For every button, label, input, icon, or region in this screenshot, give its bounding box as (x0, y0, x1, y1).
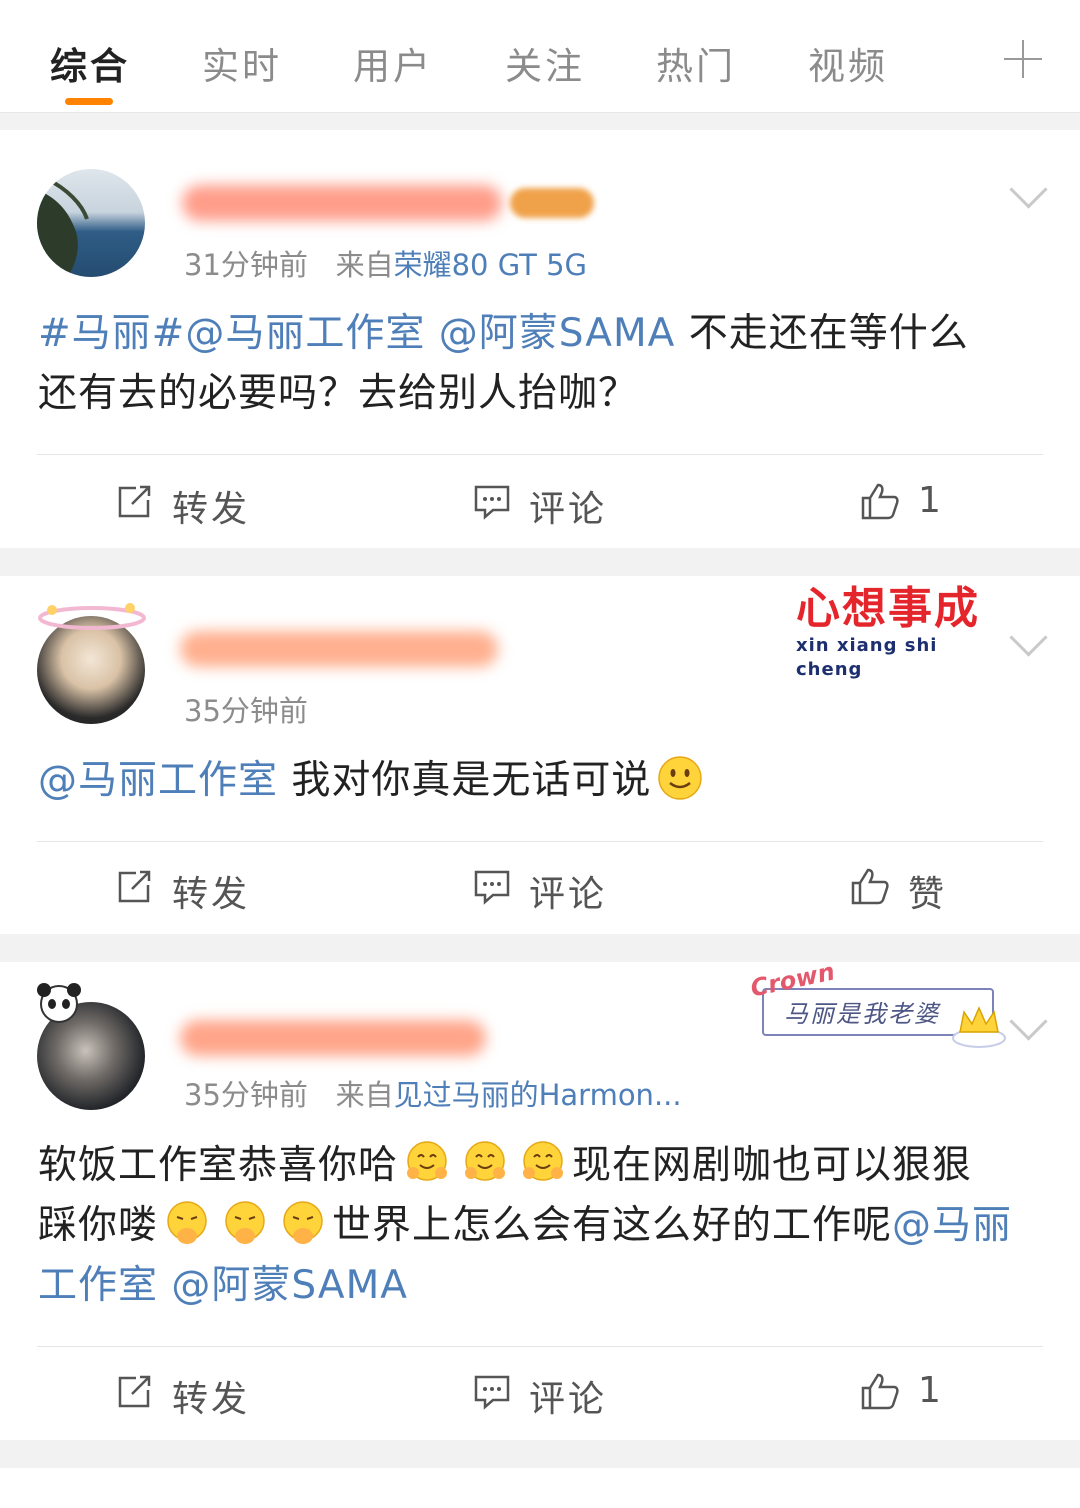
repost-button[interactable]: 转发 (116, 865, 250, 917)
post-card: 35分钟前 心想事成 xin xiang shi cheng @马丽工作室 我对… (0, 576, 1080, 934)
repost-button[interactable]: 转发 (116, 1370, 250, 1422)
repost-label: 转发 (172, 1379, 251, 1420)
tab-realtime[interactable]: 实时 (202, 36, 282, 90)
username-blurred[interactable] (182, 185, 502, 221)
post-card: 31分钟前 来自荣耀80 GT 5G #马丽#@马丽工作室 @阿蒙SAMA 不走… (0, 130, 1080, 548)
comment-button[interactable]: 评论 (473, 1370, 607, 1422)
thumbs-up-icon (851, 868, 889, 905)
post-text: 我对你真是无话可说 (291, 758, 652, 803)
post-card-next (0, 1468, 1080, 1508)
post-meta: 31分钟前 来自荣耀80 GT 5G (184, 242, 587, 284)
repost-icon (118, 870, 151, 903)
comment-label: 评论 (529, 874, 608, 915)
like-button[interactable]: 1 (860, 480, 944, 521)
badge-main-text: 心想事成 (796, 583, 980, 634)
source-device[interactable]: 荣耀80 GT 5G (394, 248, 587, 282)
post-time: 35分钟前 (184, 1078, 308, 1112)
tab-comprehensive[interactable]: 综合 (50, 36, 130, 90)
mention[interactable]: @阿蒙SAMA (439, 311, 676, 356)
comment-button[interactable]: 评论 (473, 865, 607, 917)
divider (37, 841, 1043, 842)
active-tab-indicator (65, 98, 113, 105)
username-blurred[interactable] (180, 1020, 486, 1056)
comment-icon (474, 870, 510, 905)
giggle-emoji-icon (283, 1201, 323, 1244)
hug-emoji-icon (407, 1141, 448, 1181)
avatar[interactable] (37, 169, 145, 277)
mention[interactable]: @马丽工作室 (185, 311, 425, 356)
post-text: 软饭工作室恭喜你哈 (38, 1143, 399, 1188)
divider (37, 454, 1043, 455)
comment-label: 评论 (529, 489, 608, 530)
comment-icon (474, 1375, 510, 1410)
avatar-frame-decoration (38, 603, 146, 630)
chevron-down-icon[interactable] (1009, 170, 1048, 209)
giggle-emoji-icon (225, 1201, 265, 1244)
post-text: 不走还在等什么 (688, 311, 969, 356)
chevron-down-icon[interactable] (1009, 1002, 1048, 1041)
tree-silhouette (37, 177, 89, 277)
like-count: 1 (918, 480, 944, 521)
post-text: 还有去的必要吗？去给别人抬咖？ (38, 371, 639, 416)
username-blurred[interactable] (180, 631, 498, 667)
post-content: 软饭工作室恭喜你哈 现在网剧咖也可以狠狠 踩你喽 世界上怎么会有这么好的工作呢@马丽… (38, 1136, 1042, 1316)
badge-pinyin-text: xin xiang shi cheng (796, 635, 938, 680)
comment-button[interactable]: 评论 (473, 480, 607, 532)
post-text: 踩你喽 (38, 1203, 159, 1248)
post-content: @马丽工作室 我对你真是无话可说 (38, 751, 1042, 811)
like-button[interactable]: 1 (860, 1370, 944, 1411)
hug-emoji-icon (465, 1141, 506, 1181)
like-count: 1 (918, 1370, 944, 1411)
like-button[interactable]: 赞 (850, 865, 947, 917)
comment-label: 评论 (529, 1379, 608, 1420)
post-time: 31分钟前 (184, 248, 308, 282)
mention[interactable]: @阿蒙SAMA (171, 1263, 408, 1308)
post-time: 35分钟前 (184, 694, 308, 728)
post-text: 世界上怎么会有这么好的工作呢 (332, 1203, 893, 1248)
like-label: 赞 (908, 874, 948, 915)
hug-emoji-icon (523, 1141, 564, 1181)
comment-icon (474, 485, 510, 520)
repost-label: 转发 (172, 874, 251, 915)
fan-badge: Crown 马丽是我老婆 (744, 957, 1006, 1052)
post-text: 现在网剧咖也可以狠狠 (572, 1143, 973, 1188)
hashtag[interactable]: #马丽# (38, 311, 185, 356)
smile-emoji-icon (658, 756, 703, 800)
repost-icon (118, 485, 151, 518)
chevron-down-icon[interactable] (1009, 618, 1048, 657)
user-badge-icon (510, 188, 594, 218)
post-card: 35分钟前 来自见过马丽的Harmon... Crown 马丽是我老婆 软饭工作… (0, 957, 1080, 1440)
repost-icon (118, 1375, 151, 1408)
tab-hot[interactable]: 热门 (656, 36, 736, 90)
mention[interactable]: @马丽工作室 (38, 758, 278, 803)
fan-badge: 心想事成 xin xiang shi cheng (796, 583, 1000, 681)
thumbs-up-icon (861, 483, 899, 520)
source-device[interactable]: 见过马丽的Harmon... (394, 1078, 682, 1112)
tab-users[interactable]: 用户 (353, 36, 433, 90)
tab-bar: 综合 实时 用户 关注 热门 视频 (0, 0, 1080, 113)
source-prefix: 来自 (335, 248, 394, 282)
divider (37, 1346, 1043, 1347)
post-meta: 35分钟前 来自见过马丽的Harmon... (184, 1072, 682, 1114)
post-meta: 35分钟前 (184, 688, 308, 730)
badge-text: 马丽是我老婆 (784, 1000, 940, 1028)
source-prefix: 来自 (335, 1078, 394, 1112)
plus-icon[interactable] (1004, 40, 1042, 78)
giggle-emoji-icon (167, 1201, 207, 1244)
panda-avatar-decoration (37, 983, 81, 1023)
repost-button[interactable]: 转发 (116, 480, 250, 532)
tab-video[interactable]: 视频 (808, 36, 888, 90)
tab-following[interactable]: 关注 (505, 36, 585, 90)
repost-label: 转发 (172, 489, 251, 530)
post-content: #马丽#@马丽工作室 @阿蒙SAMA 不走还在等什么 还有去的必要吗？去给别人抬… (38, 304, 1042, 424)
thumbs-up-icon (861, 1373, 899, 1410)
crown-icon (952, 1006, 1006, 1048)
